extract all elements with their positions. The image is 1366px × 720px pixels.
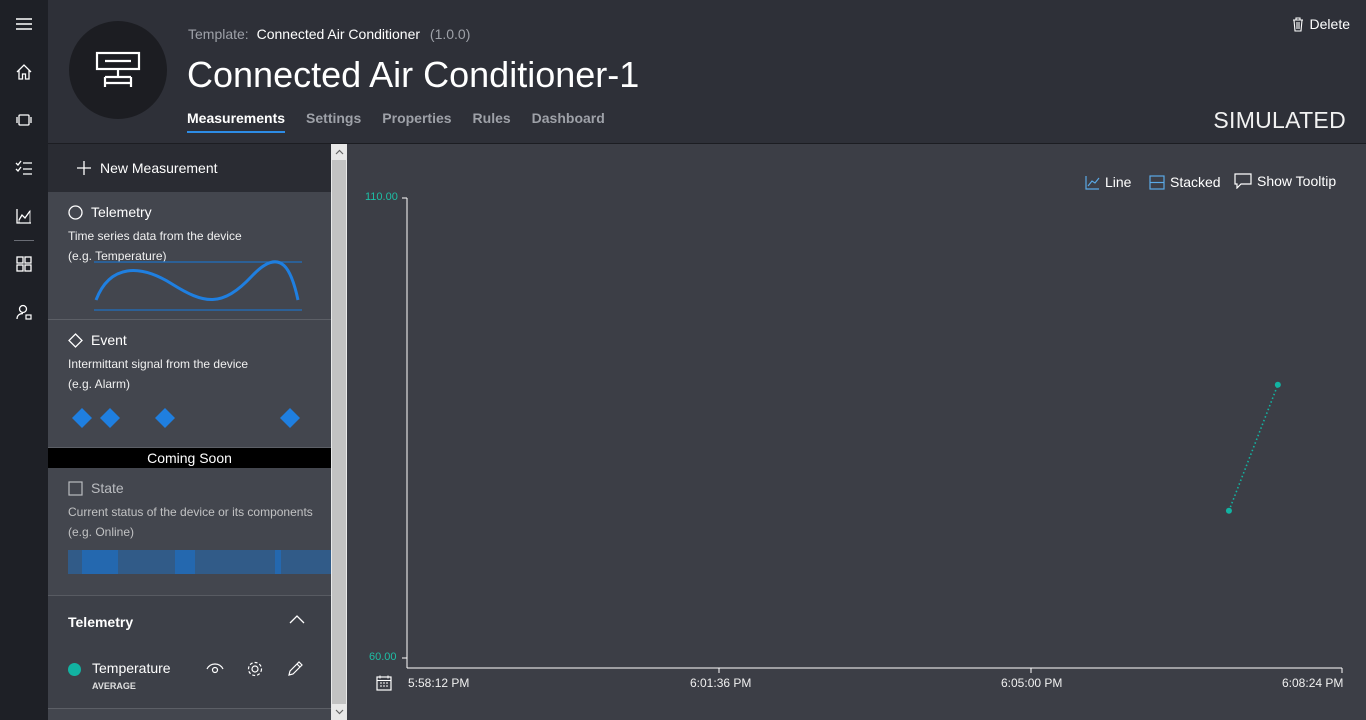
template-version: (1.0.0) (429, 26, 471, 42)
device-tabs: Measurements Settings Properties Rules D… (187, 110, 626, 133)
delete-button[interactable]: Delete (1292, 16, 1350, 32)
new-measurement-label: New Measurement (100, 160, 218, 176)
event-card-example: (e.g. Alarm) (68, 377, 131, 391)
home-icon[interactable] (0, 52, 48, 92)
tab-properties[interactable]: Properties (382, 110, 451, 133)
data-point[interactable] (1274, 381, 1281, 388)
eye-icon[interactable] (206, 660, 224, 678)
chart-area: Line Stacked Show Tooltip 110.00 60.00 5… (347, 144, 1366, 720)
calendar-icon[interactable] (376, 675, 392, 691)
x-tick-label: 6:01:36 PM (690, 676, 752, 690)
tab-settings[interactable]: Settings (306, 110, 361, 133)
scroll-thumb[interactable] (332, 160, 346, 704)
rail-divider (14, 240, 34, 241)
nav-rail (0, 0, 48, 720)
list-item: Temperature AVERAGE (68, 658, 308, 692)
telemetry-section: Telemetry Temperature AVERAGE (48, 596, 331, 709)
chevron-up-icon[interactable] (289, 614, 305, 624)
tab-measurements[interactable]: Measurements (187, 110, 286, 133)
state-card: State Current status of the device or it… (48, 468, 331, 596)
tab-rules[interactable]: Rules (473, 110, 511, 133)
device-title: Connected Air Conditioner-1 (187, 54, 640, 95)
new-measurement-button[interactable]: New Measurement (48, 144, 331, 192)
simulated-badge: SIMULATED (1213, 107, 1346, 133)
trash-icon (1292, 16, 1303, 32)
series-line (1228, 384, 1279, 512)
state-bars-illustration (68, 550, 331, 574)
pencil-icon[interactable] (286, 660, 304, 678)
state-card-title: State (91, 480, 124, 496)
measurement-aggregation: AVERAGE (92, 681, 136, 691)
template-label: Template: (188, 26, 249, 42)
user-icon[interactable] (0, 292, 48, 332)
device-header: Template: Connected Air Conditioner (1.0… (48, 0, 1366, 144)
delete-label: Delete (1309, 16, 1350, 32)
x-tick-label: 6:08:24 PM (1282, 676, 1344, 690)
tasks-icon[interactable] (0, 148, 48, 188)
device-avatar (69, 21, 167, 119)
template-info: Template: Connected Air Conditioner (1.0… (188, 26, 470, 42)
scroll-down-icon[interactable] (331, 704, 347, 720)
coming-soon-banner: Coming Soon (48, 448, 331, 468)
plus-icon (77, 161, 91, 175)
diamond-icon (68, 332, 83, 348)
measurement-panel: New Measurement Telemetry Time series da… (48, 144, 331, 720)
gear-icon[interactable] (246, 660, 264, 678)
telemetry-card[interactable]: Telemetry Time series data from the devi… (48, 192, 331, 320)
devices-icon[interactable] (0, 100, 48, 140)
analytics-icon[interactable] (0, 196, 48, 236)
state-card-example: (e.g. Online) (68, 525, 135, 539)
measurement-name: Temperature (92, 660, 171, 676)
state-card-desc: Current status of the device or its comp… (68, 505, 313, 519)
event-card-title: Event (91, 332, 127, 348)
circle-icon (68, 204, 83, 220)
telemetry-wave-illustration (94, 260, 302, 311)
template-name[interactable]: Connected Air Conditioner (257, 26, 420, 42)
event-diamonds-illustration (72, 408, 300, 428)
series-color-dot (68, 663, 81, 676)
menu-icon[interactable] (0, 4, 48, 44)
telemetry-card-desc: Time series data from the device (68, 229, 242, 243)
x-tick-label: 5:58:12 PM (408, 676, 470, 690)
telemetry-card-title: Telemetry (91, 204, 152, 220)
air-conditioner-icon (95, 51, 141, 87)
data-point[interactable] (1225, 507, 1232, 514)
scroll-up-icon[interactable] (331, 144, 347, 160)
tab-dashboard[interactable]: Dashboard (532, 110, 605, 133)
telemetry-line-chart (402, 197, 1343, 673)
panel-scrollbar[interactable] (331, 144, 347, 720)
telemetry-section-title: Telemetry (68, 614, 134, 630)
event-card-desc: Intermittant signal from the device (68, 357, 249, 371)
event-card[interactable]: Event Intermittant signal from the devic… (48, 320, 331, 448)
checkbox-icon (68, 480, 83, 496)
x-tick-label: 6:05:00 PM (1001, 676, 1063, 690)
dashboard-icon[interactable] (0, 244, 48, 284)
